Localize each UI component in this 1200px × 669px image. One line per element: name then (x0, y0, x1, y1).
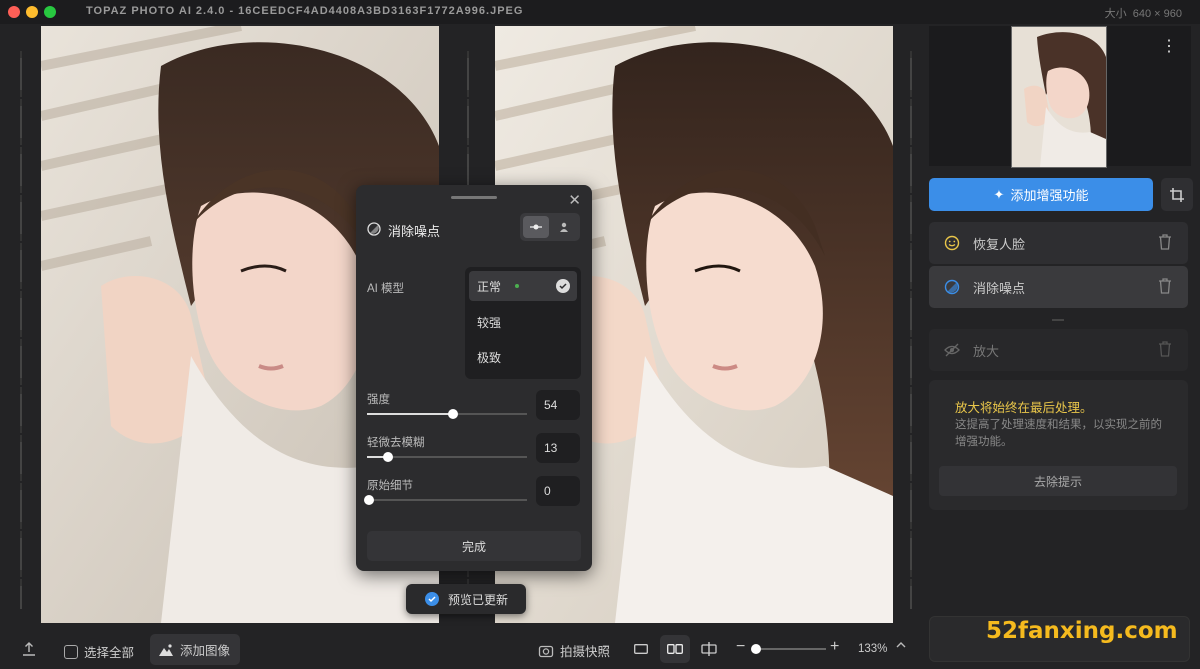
model-option-strong[interactable]: 较强 (469, 307, 577, 337)
drag-separator (1052, 319, 1064, 321)
feature-denoise[interactable]: 消除噪点 (929, 266, 1188, 308)
checkbox-icon (64, 644, 78, 659)
right-panel: ⋮ ✦ 添加增强功能 恢复人脸 消除噪点 放大 放大将始终在最后处理。 这提高了… (921, 24, 1200, 669)
side-by-side-icon (667, 644, 683, 654)
chevron-up-icon[interactable] (896, 641, 906, 649)
manual-mode-button[interactable] (551, 216, 577, 238)
slider-knob[interactable] (448, 409, 459, 419)
slider-icon (530, 224, 542, 230)
window-title: TOPAZ PHOTO AI 2.4.0 - 16CEEDCF4AD4408A3… (86, 5, 524, 17)
denoise-icon (367, 222, 381, 236)
thumbnail-area: ⋮ (929, 26, 1191, 168)
dialog-title: 消除噪点 (388, 224, 441, 239)
dismiss-tip-button[interactable]: 去除提示 (939, 466, 1177, 496)
deblur-label: 轻微去模糊 (367, 437, 425, 449)
original-detail-slider[interactable] (364, 495, 527, 505)
camera-icon (538, 645, 554, 657)
check-icon (556, 279, 570, 293)
more-options-icon[interactable]: ⋮ (1161, 36, 1177, 56)
close-icon[interactable]: ✕ (568, 191, 581, 209)
add-image-button[interactable]: 添加图像 (150, 634, 240, 665)
info-card: 放大将始终在最后处理。 这提高了处理速度和结果，以实现之前的增强功能。 去除提示 (929, 380, 1188, 510)
slider-knob[interactable] (364, 495, 374, 505)
slider-knob[interactable] (382, 452, 393, 462)
crop-icon (1170, 187, 1184, 202)
person-icon (560, 222, 568, 232)
done-button[interactable]: 完成 (367, 531, 581, 561)
deblur-value[interactable]: 13 (536, 433, 580, 463)
image-thumbnail[interactable] (1011, 26, 1107, 168)
close-window-button[interactable] (8, 6, 20, 18)
trash-icon[interactable] (1158, 234, 1172, 250)
zoom-window-button[interactable] (44, 6, 56, 18)
slider-fill (367, 413, 454, 415)
deblur-slider[interactable] (367, 452, 527, 462)
eye-slash-icon (943, 341, 961, 359)
zoom-out-icon[interactable]: − (736, 638, 745, 656)
side-by-side-view-button[interactable] (660, 635, 690, 663)
ai-model-list: 正常 较强 极致 (465, 267, 581, 379)
image-icon (159, 643, 173, 656)
watermark-text: 52fanxing.com (986, 618, 1178, 644)
export-icon[interactable] (21, 641, 37, 657)
preview-updated-toast: 预览已更新 (406, 584, 526, 614)
feature-upscale[interactable]: 放大 (929, 329, 1188, 371)
original-detail-label: 原始细节 (367, 480, 413, 492)
sparkle-icon: ✦ (993, 186, 1005, 202)
zoom-slider[interactable] (750, 644, 826, 654)
guide-dots-right (910, 50, 912, 609)
original-detail-value[interactable]: 0 (536, 476, 580, 506)
check-circle-icon (425, 592, 439, 606)
single-view-button[interactable] (634, 643, 648, 655)
minimize-window-button[interactable] (26, 6, 38, 18)
zoom-knob[interactable] (750, 644, 761, 654)
trash-icon[interactable] (1158, 278, 1172, 294)
title-bar: TOPAZ PHOTO AI 2.4.0 - 16CEEDCF4AD4408A3… (0, 0, 1200, 24)
split-view-icon (701, 642, 717, 656)
denoise-dialog: ✕ 消除噪点 AI 模型 正常 较强 极致 强度 54 轻微去模糊 13 原始细… (356, 185, 592, 571)
smile-icon (943, 234, 961, 252)
strength-label: 强度 (367, 394, 390, 406)
trash-icon[interactable] (1158, 341, 1172, 357)
bottom-toolbar: 选择全部 添加图像 拍摄快照 − + 133% (0, 630, 921, 669)
split-view-button[interactable] (701, 641, 717, 657)
guide-dots-left (20, 50, 22, 609)
image-size-info: 大小 640 × 960 (1104, 8, 1182, 20)
select-all-checkbox[interactable]: 选择全部 (64, 642, 134, 661)
strength-slider[interactable] (367, 409, 527, 419)
info-body: 这提高了处理速度和结果，以实现之前的增强功能。 (955, 419, 1162, 448)
zoom-in-icon[interactable]: + (830, 638, 839, 656)
strength-value[interactable]: 54 (536, 390, 580, 420)
snapshot-button[interactable]: 拍摄快照 (538, 641, 610, 660)
mode-toggle (520, 213, 580, 241)
denoise-icon (943, 278, 961, 296)
model-option-normal[interactable]: 正常 (469, 271, 577, 301)
crop-button[interactable] (1161, 178, 1193, 211)
ai-model-label: AI 模型 (367, 283, 405, 295)
active-dot-icon (515, 284, 520, 288)
feature-face-recovery[interactable]: 恢复人脸 (929, 222, 1188, 264)
zoom-value[interactable]: 133% (858, 643, 887, 655)
add-enhancement-button[interactable]: ✦ 添加增强功能 (929, 178, 1153, 211)
info-title: 放大将始终在最后处理。 (955, 401, 1093, 415)
drag-handle[interactable] (451, 196, 497, 199)
model-option-extreme[interactable]: 极致 (469, 342, 577, 372)
single-view-icon (634, 644, 648, 654)
auto-mode-button[interactable] (523, 216, 549, 238)
